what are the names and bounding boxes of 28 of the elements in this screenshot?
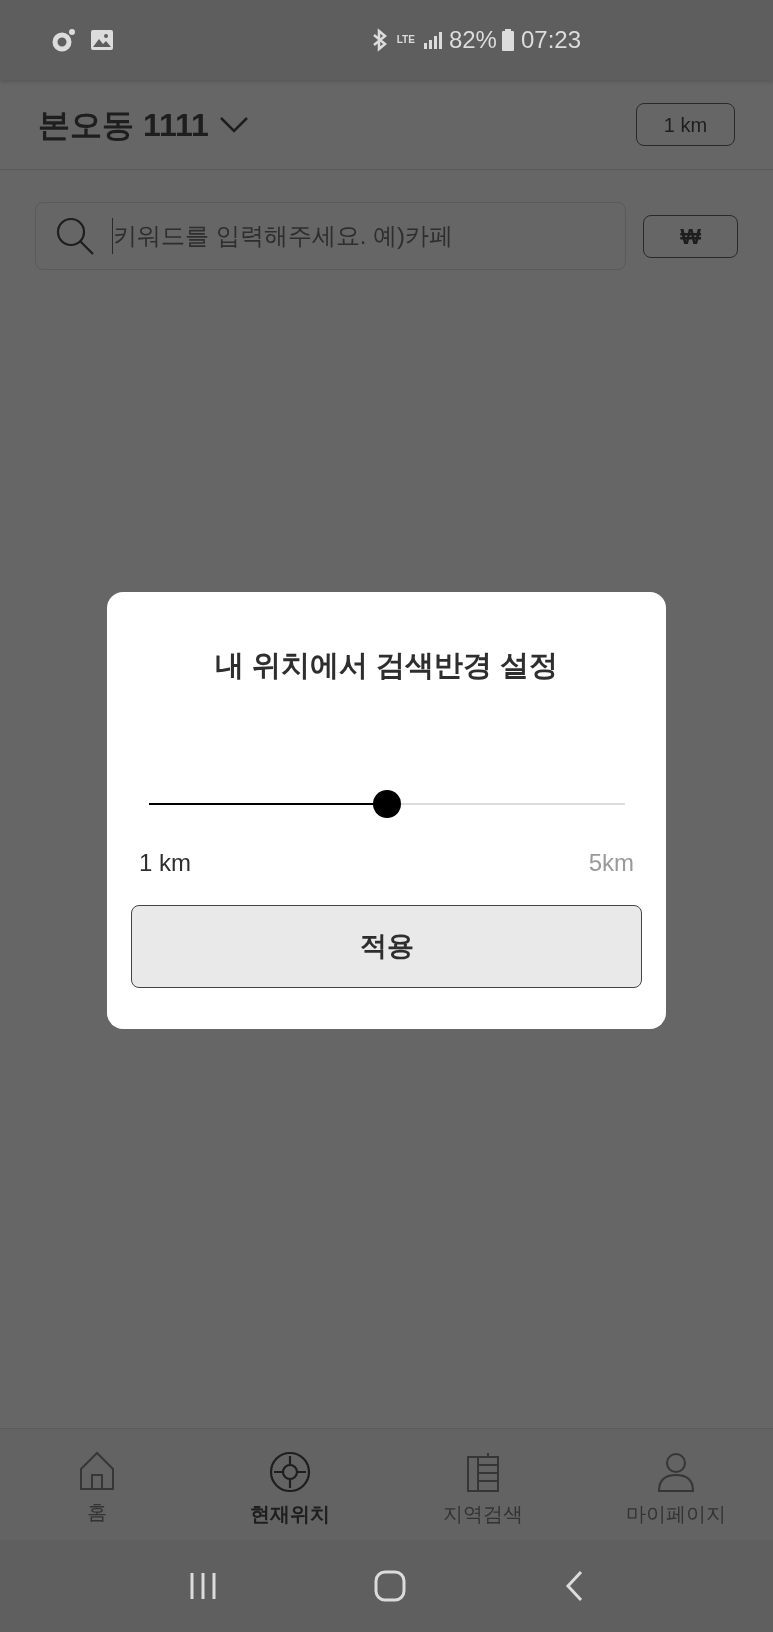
- battery-percent: 82%: [448, 25, 497, 55]
- recent-apps-icon[interactable]: [188, 1571, 217, 1601]
- nav-tab[interactable]: 현재위치: [193, 1429, 387, 1540]
- currency-button[interactable]: ₩: [643, 214, 738, 258]
- home-icon: [78, 1451, 115, 1491]
- search-placeholder: 키워드를 입력해주세요. 예)카페: [113, 221, 453, 251]
- radius-button[interactable]: 1 km: [636, 103, 735, 146]
- person-icon: [657, 1451, 696, 1493]
- max-label: 5km: [588, 847, 634, 878]
- dialog-title: 내 위치에서 검색반경 설정: [214, 648, 559, 683]
- slider-thumb[interactable]: [372, 789, 401, 818]
- crosshair-icon: [268, 1451, 311, 1493]
- camera-notification-icon: [52, 28, 76, 52]
- slider[interactable]: [148, 789, 625, 818]
- min-label: 1 km: [139, 847, 191, 878]
- list-book-icon: [466, 1451, 501, 1493]
- location-selector[interactable]: 본오동 1111: [38, 100, 249, 149]
- battery-icon: [500, 28, 515, 52]
- home-button-icon[interactable]: [374, 1570, 407, 1602]
- signal-icon: [422, 30, 443, 50]
- chevron-down-icon: [218, 115, 249, 134]
- search-field[interactable]: 키워드를 입력해주세요. 예)카페: [35, 202, 627, 270]
- search-icon: [54, 215, 96, 257]
- clock: 07:23: [520, 25, 581, 55]
- image-icon: [90, 29, 114, 51]
- back-icon[interactable]: [564, 1570, 585, 1602]
- network-type: LTE: [396, 35, 415, 45]
- apply-button[interactable]: 적용: [131, 904, 642, 988]
